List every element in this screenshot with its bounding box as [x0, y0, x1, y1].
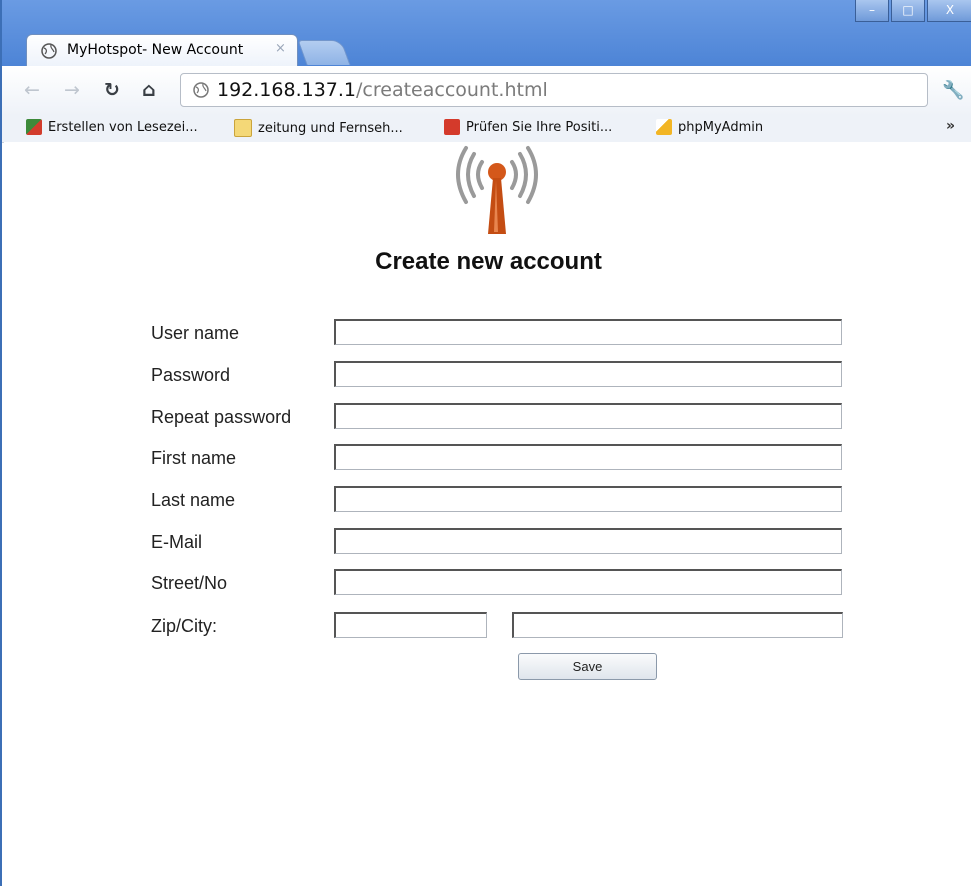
tab-close-icon[interactable]: ×: [275, 41, 286, 56]
phpmyadmin-sail-icon: [656, 119, 672, 135]
bookmark-label: phpMyAdmin: [678, 119, 764, 135]
password-label: Password: [151, 365, 231, 385]
username-label: User name: [151, 323, 240, 343]
street-label: Street/No: [151, 573, 228, 593]
page-info-icon[interactable]: [193, 82, 209, 98]
save-button[interactable]: Save: [518, 653, 657, 680]
bookmark-label: Prüfen Sie Ihre Positi...: [466, 119, 613, 135]
wrench-menu-icon[interactable]: 🔧: [942, 80, 964, 101]
globe-icon: [41, 43, 57, 59]
url-host: 192.168.137.1: [217, 79, 357, 101]
bookmark-item-pruefen[interactable]: Prüfen Sie Ihre Positi...: [444, 119, 612, 135]
new-tab-button[interactable]: [297, 40, 351, 65]
first-name-label: First name: [151, 448, 237, 468]
title-bar: MyHotspot- New Account × – □ X: [2, 0, 971, 66]
city-input[interactable]: [512, 612, 843, 638]
close-window-button[interactable]: X: [927, 0, 971, 22]
url-path: /createaccount.html: [356, 79, 548, 101]
repeat-password-input[interactable]: [334, 403, 842, 429]
address-bar[interactable]: 192.168.137.1/createaccount.html: [180, 73, 928, 107]
bookmarks-bar: Erstellen von Lesezei... zeitung und Fer…: [2, 116, 971, 143]
bookmark-item-phpmyadmin[interactable]: phpMyAdmin: [656, 119, 763, 135]
repeat-password-label: Repeat password: [151, 407, 292, 427]
page-title: Create new account: [375, 248, 602, 275]
wifi-antenna-icon: [456, 146, 538, 234]
bookmark-label: Erstellen von Lesezei...: [48, 119, 198, 135]
zip-city-label: Zip/City:: [151, 616, 218, 636]
reload-icon[interactable]: ↻: [104, 79, 120, 101]
more-bookmarks-icon[interactable]: »: [946, 118, 955, 134]
street-input[interactable]: [334, 569, 842, 595]
password-input[interactable]: [334, 361, 842, 387]
bookmark-colored-icon: [26, 119, 42, 135]
browser-window: MyHotspot- New Account × – □ X ← → ↻ ⌂ 1…: [0, 0, 971, 886]
red-chart-icon: [444, 119, 460, 135]
last-name-label: Last name: [151, 490, 236, 510]
username-input[interactable]: [334, 319, 842, 345]
last-name-input[interactable]: [334, 486, 842, 512]
forward-icon[interactable]: →: [64, 79, 80, 101]
email-label: E-Mail: [151, 532, 203, 552]
first-name-input[interactable]: [334, 444, 842, 470]
tab-title: MyHotspot- New Account: [67, 42, 244, 58]
bookmark-item-lesezeichen[interactable]: Erstellen von Lesezei...: [26, 119, 198, 135]
maximize-button[interactable]: □: [891, 0, 925, 22]
browser-tab[interactable]: MyHotspot- New Account ×: [26, 34, 298, 66]
page-content: Create new account User name Password Re…: [4, 142, 971, 886]
browser-toolbar: ← → ↻ ⌂ 192.168.137.1/createaccount.html…: [2, 66, 971, 116]
bookmark-label: zeitung und Fernseh...: [258, 120, 403, 136]
email-input[interactable]: [334, 528, 842, 554]
zip-input[interactable]: [334, 612, 487, 638]
home-icon[interactable]: ⌂: [142, 79, 156, 101]
minimize-button[interactable]: –: [855, 0, 889, 22]
folder-icon: [234, 119, 252, 137]
back-icon[interactable]: ←: [24, 79, 40, 101]
url-text: 192.168.137.1/createaccount.html: [217, 79, 548, 101]
bookmark-item-zeitung[interactable]: zeitung und Fernseh...: [234, 119, 403, 137]
window-controls: – □ X: [853, 0, 971, 24]
